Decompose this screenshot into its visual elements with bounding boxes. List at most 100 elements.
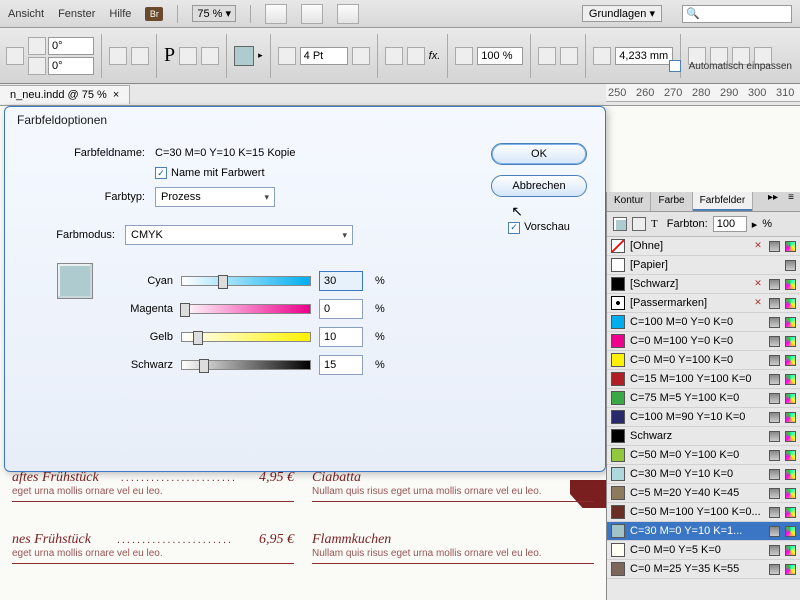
tint-arrow-icon[interactable]: ▸ — [752, 218, 758, 231]
cyan-slider[interactable] — [181, 276, 311, 286]
opacity-icon[interactable] — [455, 47, 473, 65]
paragraph-icon[interactable]: P — [164, 44, 175, 67]
swatch-row[interactable]: C=50 M=0 Y=100 K=0 — [607, 446, 800, 465]
flip-h-icon[interactable] — [109, 47, 127, 65]
shear-icon[interactable] — [28, 57, 46, 75]
fx-a-icon[interactable] — [385, 47, 403, 65]
cancel-button[interactable]: Abbrechen — [491, 175, 587, 197]
flip-v-icon[interactable] — [131, 47, 149, 65]
swatch-row[interactable]: C=5 M=20 Y=40 K=45 — [607, 484, 800, 503]
swatch-row[interactable]: C=100 M=90 Y=10 K=0 — [607, 408, 800, 427]
search-input[interactable]: 🔍 — [682, 5, 792, 23]
black-label: Schwarz — [111, 359, 173, 371]
black-slider[interactable] — [181, 360, 311, 370]
color-mode-b-icon — [785, 374, 796, 385]
tool-a-icon[interactable] — [179, 47, 197, 65]
fx-icon[interactable]: fx. — [429, 50, 441, 62]
swatch-row[interactable]: C=0 M=0 Y=100 K=0 — [607, 351, 800, 370]
tab-farbe[interactable]: Farbe — [651, 192, 692, 211]
color-mode-b-icon — [785, 393, 796, 404]
swatch-row[interactable]: C=0 M=25 Y=35 K=55 — [607, 560, 800, 579]
opacity-input[interactable] — [477, 47, 523, 65]
fx-b-icon[interactable] — [407, 47, 425, 65]
color-mode-a-icon — [769, 336, 780, 347]
swatch-row[interactable]: C=100 M=0 Y=0 K=0 — [607, 313, 800, 332]
swatch-name: C=0 M=100 Y=0 K=0 — [630, 335, 764, 347]
zoom-level[interactable]: 75 % ▾ — [192, 5, 236, 22]
swatch-row[interactable]: [Papier] — [607, 256, 800, 275]
view-mode-1-icon[interactable] — [265, 4, 287, 24]
swatch-row[interactable]: Schwarz — [607, 427, 800, 446]
swatch-row[interactable]: C=30 M=0 Y=10 K=0 — [607, 465, 800, 484]
autofit-checkbox[interactable] — [669, 60, 681, 72]
document-tab[interactable]: n_neu.indd @ 75 % × — [0, 85, 130, 104]
stroke-icon[interactable] — [278, 47, 296, 65]
container-icon[interactable] — [632, 217, 646, 231]
color-mode-b-icon — [785, 526, 796, 537]
menu-ansicht[interactable]: Ansicht — [8, 8, 44, 20]
swatch-row[interactable]: C=0 M=0 Y=5 K=0 — [607, 541, 800, 560]
lock-icon: ✕ — [752, 240, 764, 252]
swatch-row[interactable]: [Schwarz]✕ — [607, 275, 800, 294]
preview-checkbox[interactable] — [508, 222, 520, 234]
tab-kontur[interactable]: Kontur — [607, 192, 651, 211]
swatch-row[interactable]: C=15 M=100 Y=100 K=0 — [607, 370, 800, 389]
color-type-select[interactable]: Prozess▾ — [155, 187, 275, 207]
swatch-row[interactable]: [Passermarken]✕ — [607, 294, 800, 313]
tint-label: Farbton: — [667, 218, 708, 230]
crop-icon[interactable] — [593, 47, 611, 65]
swatch-row[interactable]: C=0 M=100 Y=0 K=0 — [607, 332, 800, 351]
rotate-icon[interactable] — [28, 37, 46, 55]
wrap-2-icon[interactable] — [560, 47, 578, 65]
panel-menu-icon[interactable]: ≡ — [782, 192, 800, 211]
rotate-input[interactable] — [48, 37, 94, 55]
ref-point-icon[interactable] — [6, 47, 24, 65]
tool-b-icon[interactable] — [201, 47, 219, 65]
chevron-right-icon[interactable]: ▸ — [258, 50, 263, 61]
sep — [250, 5, 251, 23]
width-input[interactable] — [615, 47, 673, 65]
color-mode-a-icon — [769, 355, 780, 366]
fill-swatch[interactable] — [234, 46, 254, 66]
swatch-name: C=100 M=0 Y=0 K=0 — [630, 316, 764, 328]
swatch-row[interactable]: C=50 M=100 Y=100 K=0... — [607, 503, 800, 522]
view-mode-2-icon[interactable] — [301, 4, 323, 24]
color-mode-a-icon — [769, 393, 780, 404]
cyan-input[interactable] — [319, 271, 363, 291]
color-mode-b-icon — [785, 355, 796, 366]
ok-button[interactable]: OK — [491, 143, 587, 165]
color-mode-b-icon — [785, 507, 796, 518]
stroke-style-icon[interactable] — [352, 47, 370, 65]
bridge-icon[interactable]: Br — [145, 7, 163, 21]
swatch-list[interactable]: [Ohne]✕[Papier][Schwarz]✕[Passermarken]✕… — [607, 237, 800, 600]
swatch-row[interactable]: C=30 M=0 Y=10 K=1... — [607, 522, 800, 541]
tab-farbfelder[interactable]: Farbfelder — [693, 192, 754, 211]
yellow-input[interactable] — [319, 327, 363, 347]
menu-hilfe[interactable]: Hilfe — [109, 8, 131, 20]
swatch-name: Schwarz — [630, 430, 764, 442]
name-with-value-checkbox[interactable] — [155, 167, 167, 179]
panel-collapse-icon[interactable]: ▸▸ — [764, 192, 782, 211]
menu-fenster[interactable]: Fenster — [58, 8, 95, 20]
text-icon[interactable]: T — [651, 218, 658, 230]
wrap-1-icon[interactable] — [538, 47, 556, 65]
workspace-selector[interactable]: Grundlagen ▾ — [582, 5, 662, 22]
stroke-weight-input[interactable] — [300, 47, 348, 65]
magenta-slider[interactable] — [181, 304, 311, 314]
fill-stroke-icon[interactable] — [613, 217, 627, 231]
swatch-row[interactable]: [Ohne]✕ — [607, 237, 800, 256]
shear-input[interactable] — [48, 57, 94, 75]
color-mode-select[interactable]: CMYK▾ — [125, 225, 353, 245]
yellow-slider[interactable] — [181, 332, 311, 342]
swatch-chip — [611, 524, 625, 538]
swatch-name: C=75 M=5 Y=100 K=0 — [630, 392, 764, 404]
view-mode-3-icon[interactable] — [337, 4, 359, 24]
black-input[interactable] — [319, 355, 363, 375]
color-mode-a-icon — [769, 317, 780, 328]
tint-input[interactable] — [713, 216, 747, 232]
swatch-row[interactable]: C=75 M=5 Y=100 K=0 — [607, 389, 800, 408]
magenta-input[interactable] — [319, 299, 363, 319]
control-panel: P ▸ fx. Automatisch einpassen — [0, 28, 800, 84]
swatch-chip — [611, 258, 625, 272]
close-icon[interactable]: × — [113, 89, 119, 101]
